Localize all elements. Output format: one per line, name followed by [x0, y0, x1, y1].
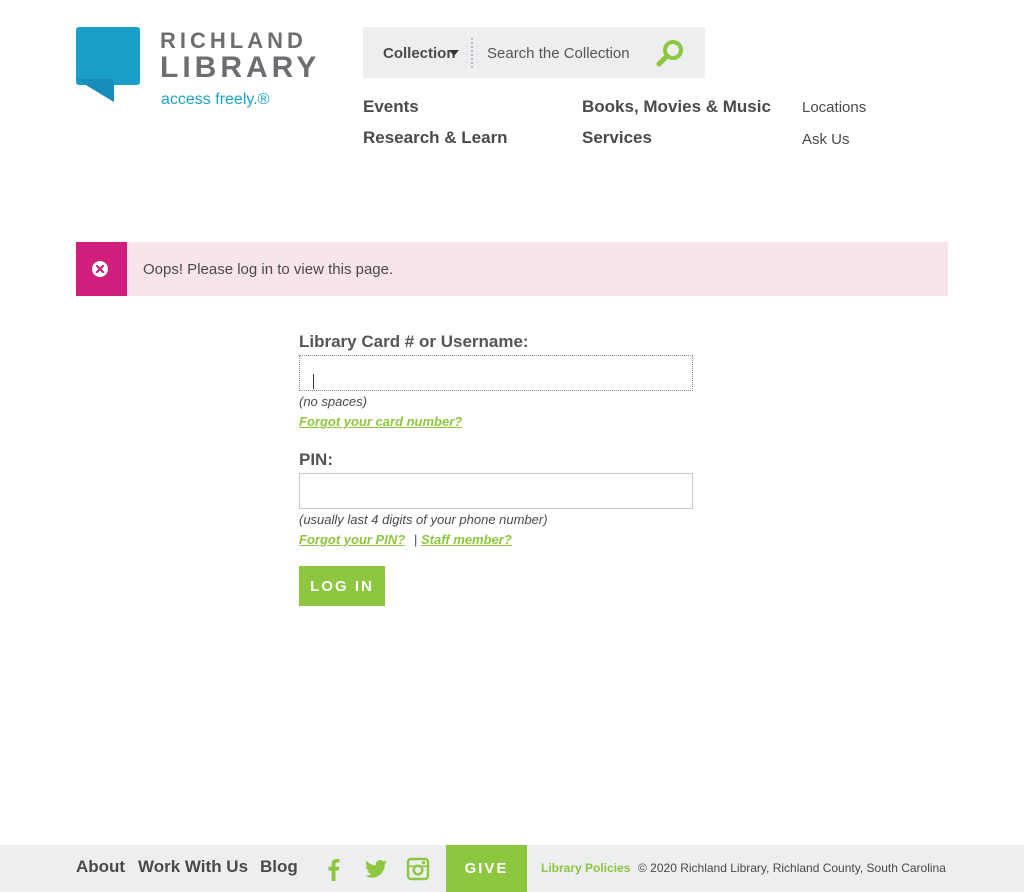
- pin-input[interactable]: [299, 473, 693, 509]
- logo-text-bottom: LIBRARY: [160, 51, 321, 84]
- facebook-icon[interactable]: [322, 857, 346, 881]
- alert-message: Oops! Please log in to view this page.: [143, 261, 394, 278]
- text-caret: [313, 374, 314, 389]
- search-icon[interactable]: [655, 37, 687, 69]
- search-input[interactable]: [487, 39, 647, 67]
- nav-research-learn[interactable]: Research & Learn: [363, 128, 508, 148]
- collection-search: Collection: [363, 27, 705, 78]
- alert-icon-box: [76, 242, 127, 296]
- nav-services[interactable]: Services: [582, 128, 652, 148]
- search-scope-select[interactable]: Collection: [383, 27, 456, 78]
- close-circle-icon: [92, 261, 108, 277]
- instagram-icon[interactable]: [406, 857, 430, 881]
- nav-books-movies-music[interactable]: Books, Movies & Music: [582, 97, 771, 117]
- pin-label: PIN:: [299, 450, 333, 469]
- card-number-input[interactable]: [299, 355, 693, 391]
- library-policies-link[interactable]: Library Policies: [541, 861, 630, 875]
- nav-ask-us[interactable]: Ask Us: [802, 131, 850, 148]
- twitter-icon[interactable]: [364, 857, 388, 881]
- search-divider: [471, 38, 473, 68]
- link-separator: |: [414, 532, 418, 547]
- site-footer: About Work With Us Blog GIVE Library Pol…: [0, 845, 1024, 892]
- staff-member-link[interactable]: Staff member?: [421, 532, 512, 547]
- copyright-text: © 2020 Richland Library, Richland County…: [638, 861, 946, 875]
- footer-work-with-us[interactable]: Work With Us: [138, 857, 248, 877]
- logo-tagline: access freely.®: [161, 91, 270, 108]
- library-logo[interactable]: RICHLAND LIBRARY access freely.®: [76, 27, 326, 117]
- footer-about[interactable]: About: [76, 857, 125, 877]
- logo-flag-icon: [76, 27, 140, 102]
- forgot-card-link[interactable]: Forgot your card number?: [299, 414, 462, 429]
- login-button[interactable]: LOG IN: [299, 566, 385, 606]
- nav-events[interactable]: Events: [363, 97, 419, 117]
- give-button[interactable]: GIVE: [446, 845, 527, 892]
- card-number-label: Library Card # or Username:: [299, 332, 529, 351]
- card-number-hint: (no spaces): [299, 394, 367, 409]
- forgot-pin-link[interactable]: Forgot your PIN?: [299, 532, 405, 547]
- chevron-down-icon: [449, 50, 459, 56]
- nav-locations[interactable]: Locations: [802, 99, 866, 116]
- error-alert: Oops! Please log in to view this page.: [76, 242, 948, 296]
- footer-blog[interactable]: Blog: [260, 857, 298, 877]
- pin-hint: (usually last 4 digits of your phone num…: [299, 512, 548, 527]
